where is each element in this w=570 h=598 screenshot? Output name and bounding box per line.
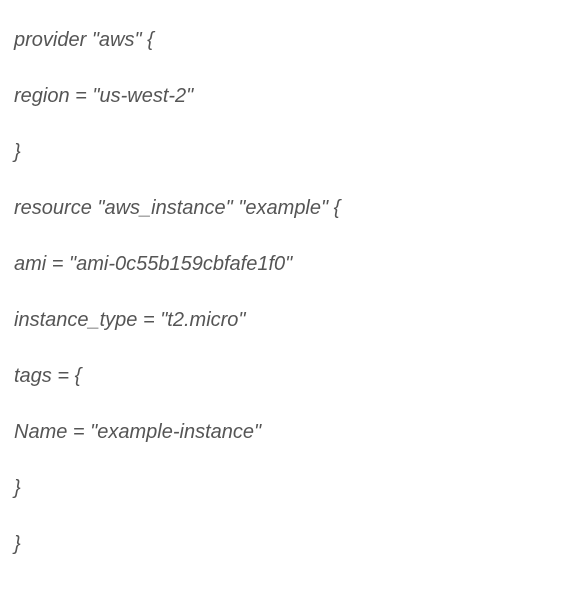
code-line: instance_type = "t2.micro": [14, 308, 556, 332]
code-line: }: [14, 140, 556, 164]
code-line: tags = {: [14, 364, 556, 388]
code-line: region = "us-west-2": [14, 84, 556, 108]
code-line: ami = "ami-0c55b159cbfafe1f0": [14, 252, 556, 276]
code-line: Name = "example-instance": [14, 420, 556, 444]
code-line: resource "aws_instance" "example" {: [14, 196, 556, 220]
code-line: provider "aws" {: [14, 28, 556, 52]
code-line: }: [14, 476, 556, 500]
code-line: }: [14, 532, 556, 556]
code-block: provider "aws" { region = "us-west-2" } …: [14, 28, 556, 556]
